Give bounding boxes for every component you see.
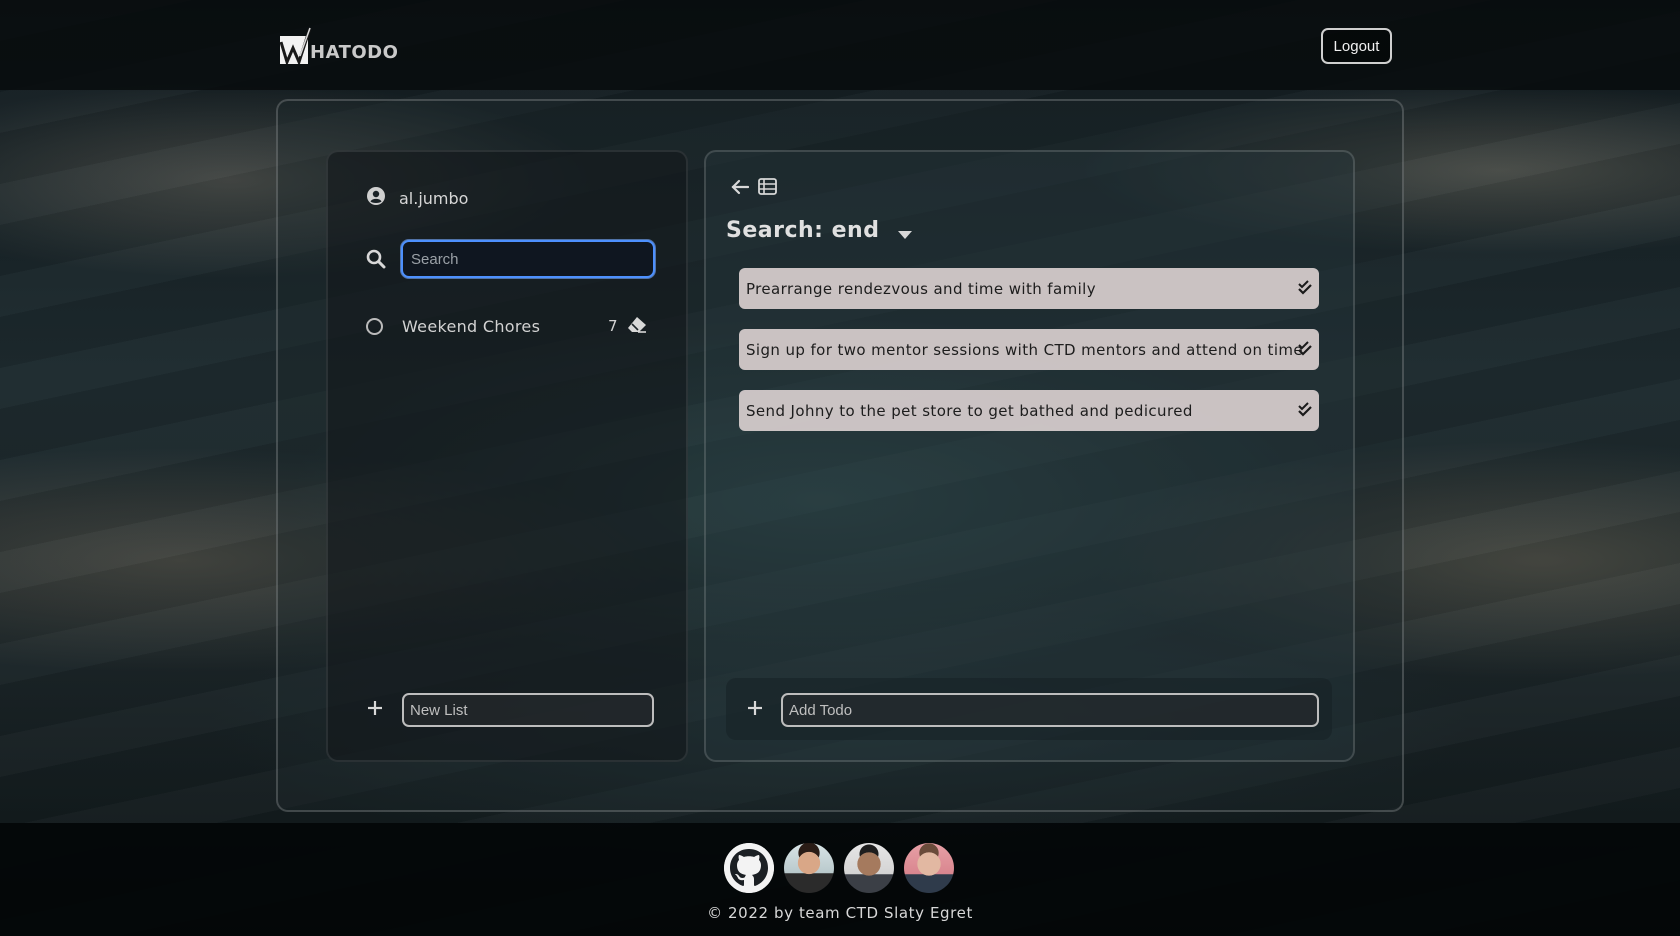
avatar[interactable] [844, 843, 894, 893]
copyright-text: © 2022 by team CTD Slaty Egret [707, 904, 973, 922]
add-list-icon[interactable] [366, 699, 384, 721]
top-bar: HATODO Logout [0, 0, 1680, 90]
logo-text: HATODO [310, 42, 399, 63]
todo-text: Send Johny to the pet store to get bathe… [746, 401, 1193, 420]
chevron-down-icon[interactable] [897, 221, 913, 246]
app-logo[interactable]: HATODO [279, 27, 399, 64]
list-count: 7 [608, 317, 618, 335]
add-todo-icon[interactable] [746, 699, 764, 721]
team-avatars [724, 843, 954, 893]
page-title-text: Search: end [726, 218, 880, 243]
back-arrow-icon[interactable] [731, 179, 750, 199]
todo-text: Sign up for two mentor sessions with CTD… [746, 340, 1304, 359]
github-icon[interactable] [724, 843, 774, 893]
todo-item[interactable]: Send Johny to the pet store to get bathe… [739, 390, 1319, 431]
check-icon[interactable] [1297, 280, 1313, 300]
avatar[interactable] [904, 843, 954, 893]
check-icon[interactable] [1297, 402, 1313, 422]
page-title: Search: end [726, 215, 913, 246]
username: al.jumbo [399, 188, 469, 208]
list-select-radio[interactable] [366, 317, 383, 335]
check-icon[interactable] [1297, 341, 1313, 361]
avatar[interactable] [784, 843, 834, 893]
list-item[interactable]: Weekend Chores 7 [366, 314, 648, 338]
todo-text: Prearrange rendezvous and time with fami… [746, 279, 1097, 298]
user-icon [367, 187, 385, 209]
add-todo-input[interactable] [781, 693, 1319, 727]
logo-mark-icon [279, 27, 312, 64]
new-list-input[interactable] [402, 693, 654, 727]
search-input[interactable] [401, 240, 655, 278]
search-icon [366, 249, 386, 273]
list-view-icon[interactable] [758, 178, 777, 199]
user-info: al.jumbo [367, 187, 468, 209]
logout-button[interactable]: Logout [1321, 28, 1392, 64]
eraser-icon[interactable] [627, 316, 647, 338]
panel-toolbar [731, 178, 777, 199]
todo-item[interactable]: Prearrange rendezvous and time with fami… [739, 268, 1319, 309]
todo-item[interactable]: Sign up for two mentor sessions with CTD… [739, 329, 1319, 370]
list-name: Weekend Chores [402, 316, 541, 336]
